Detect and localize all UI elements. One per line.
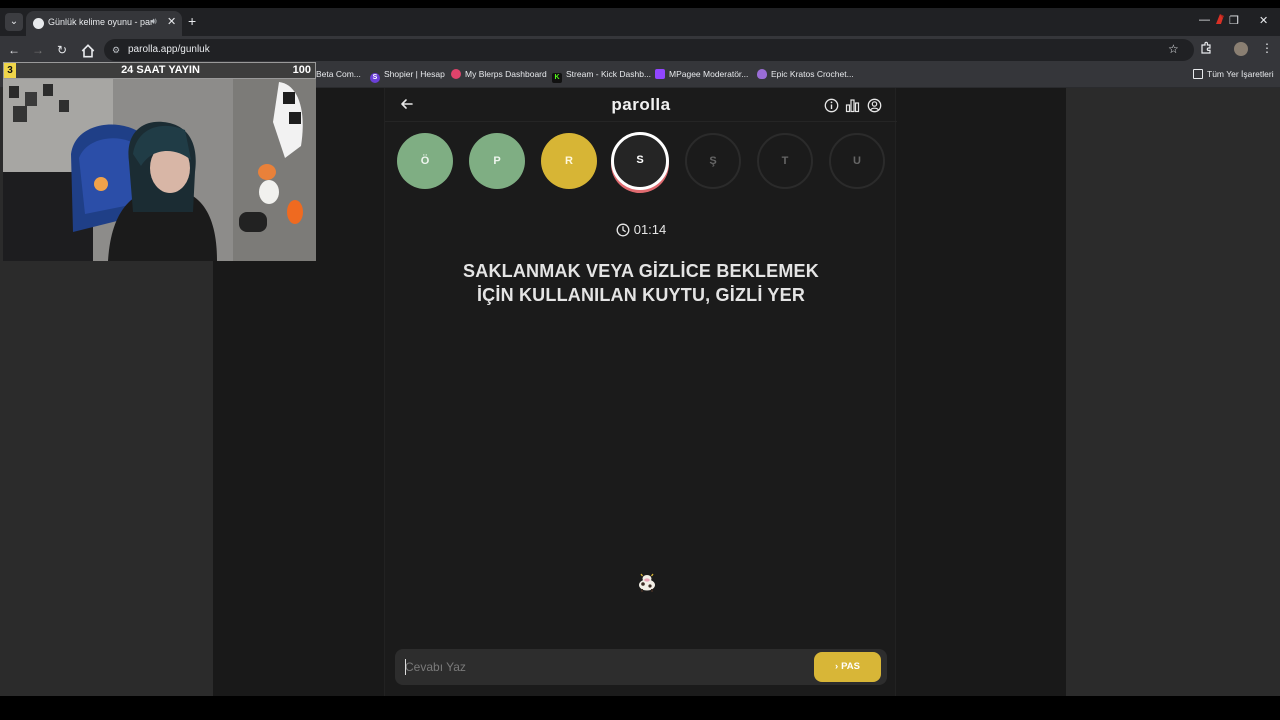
site-info-icon[interactable]: ⚙︎ <box>112 44 124 56</box>
bookmark-item[interactable]: My Blerps Dashboard <box>451 69 547 79</box>
screen: ⌄ Günlük kelime oyunu - parolla 🔊︎ ✕ + —… <box>0 0 1280 720</box>
bookmark-item[interactable]: K Stream - Kick Dashb... <box>552 69 651 83</box>
letter-circle: Ş <box>685 133 741 189</box>
stream-title-bar: 3 24 SAAT YAYIN 100 <box>3 62 316 79</box>
letter-circle: P <box>469 133 525 189</box>
bookmark-item[interactable]: MPagee Moderatör... <box>655 69 748 79</box>
back-icon[interactable]: ← <box>6 42 22 58</box>
kick-icon: K <box>552 73 562 83</box>
kratos-heart-icon <box>757 69 767 79</box>
app-header: parolla <box>385 88 897 122</box>
brand-logo[interactable]: parolla <box>385 95 897 115</box>
browser-tabbar: ⌄ Günlük kelime oyunu - parolla 🔊︎ ✕ + —… <box>0 8 1280 36</box>
cow-mascot-icon <box>639 573 655 592</box>
countdown-timer: 01:14 <box>385 222 897 237</box>
answer-input[interactable] <box>405 658 795 676</box>
question-line: SAKLANMAK VEYA GİZLİCE BEKLEMEK <box>463 261 819 281</box>
forward-icon[interactable]: → <box>30 42 46 58</box>
letter-circle: T <box>757 133 813 189</box>
reload-icon[interactable]: ↻ <box>54 42 70 58</box>
chevron-right-icon: › <box>834 661 839 672</box>
folder-icon <box>1193 69 1203 79</box>
right-gutter <box>1066 88 1280 696</box>
bookmark-item[interactable]: Epic Kratos Crochet... <box>757 69 854 79</box>
webcam-overlay: 3 24 SAAT YAYIN 100 <box>3 62 316 261</box>
top-letterbox <box>0 0 1280 8</box>
minimize-icon[interactable]: — <box>1199 14 1210 26</box>
all-bookmarks-label: Tüm Yer İşaretleri <box>1207 69 1274 79</box>
extensions-icon[interactable] <box>1199 41 1213 55</box>
letter-wheel: Ö P R S Ş T U <box>385 132 897 192</box>
bookmark-star-icon[interactable]: ☆ <box>1168 42 1179 56</box>
pass-button[interactable]: › PAS <box>814 652 881 682</box>
bookmark-item[interactable]: S Shopier | Hesap <box>370 69 445 83</box>
home-icon[interactable] <box>80 43 96 59</box>
letter-circle: Ö <box>397 133 453 189</box>
speaker-icon[interactable]: 🔊︎ <box>151 16 157 27</box>
close-window-icon[interactable]: ✕ <box>1259 14 1268 27</box>
webcam-feed <box>3 62 316 261</box>
tab-list-chevron-icon[interactable]: ⌄ <box>5 13 23 31</box>
info-icon[interactable] <box>824 98 839 113</box>
current-letter-circle: S <box>611 132 669 190</box>
bookmark-label: Epic Kratos Crochet... <box>771 69 854 79</box>
parolla-app: parolla Ö P R S Ş T U 01:14 SAKLANMAK VE… <box>384 88 897 696</box>
recording-icon <box>1216 14 1224 24</box>
all-bookmarks[interactable]: Tüm Yer İşaretleri <box>1193 69 1274 79</box>
restore-icon[interactable]: ❐ <box>1229 14 1239 27</box>
clock-icon <box>616 223 630 237</box>
question-line: İÇİN KULLANILAN KUYTU, GİZLİ YER <box>476 285 806 305</box>
browser-toolbar: ← → ↻ ⚙︎ parolla.app/gunluk ☆ ⋮ <box>0 36 1280 64</box>
answer-bar: ›PAS <box>395 649 887 685</box>
bookmark-label: My Blerps Dashboard <box>465 69 547 79</box>
tab-close-icon[interactable]: ✕ <box>167 15 176 28</box>
bookmark-label: MPagee Moderatör... <box>669 69 749 79</box>
text-caret <box>405 659 406 675</box>
bookmark-item[interactable]: Beta Com... <box>316 69 361 79</box>
timer-value: 01:14 <box>633 222 667 237</box>
stream-title: 24 SAAT YAYIN <box>121 64 200 76</box>
bottom-letterbox <box>0 696 1280 720</box>
new-tab-button[interactable]: + <box>188 13 196 29</box>
tab-favicon-icon <box>33 18 44 29</box>
profile-avatar[interactable] <box>1234 42 1248 56</box>
shopier-icon: S <box>370 73 380 83</box>
user-profile-icon[interactable] <box>867 98 882 113</box>
blerps-icon <box>451 69 461 79</box>
bookmark-label: Stream - Kick Dashb... <box>566 69 652 79</box>
twitch-icon <box>655 69 665 79</box>
url-text[interactable]: parolla.app/gunluk <box>128 44 210 55</box>
pass-button-label: PAS <box>841 661 860 672</box>
browser-menu-icon[interactable]: ⋮ <box>1261 41 1273 55</box>
question-text: SAKLANMAK VEYA GİZLİCE BEKLEMEK İÇİN KUL… <box>425 259 857 307</box>
tab-title: Günlük kelime oyunu - parolla <box>48 17 152 27</box>
letter-circle: R <box>541 133 597 189</box>
address-bar[interactable]: ⚙︎ parolla.app/gunluk ☆ <box>104 39 1194 61</box>
bookmark-label: Shopier | Hesap <box>384 69 445 79</box>
bookmark-label: Beta Com... <box>316 69 361 79</box>
stats-chart-icon[interactable] <box>845 98 860 113</box>
letter-circle: U <box>829 133 885 189</box>
browser-tab[interactable]: Günlük kelime oyunu - parolla 🔊︎ ✕ <box>26 11 182 36</box>
right-counter: 100 <box>292 64 311 76</box>
